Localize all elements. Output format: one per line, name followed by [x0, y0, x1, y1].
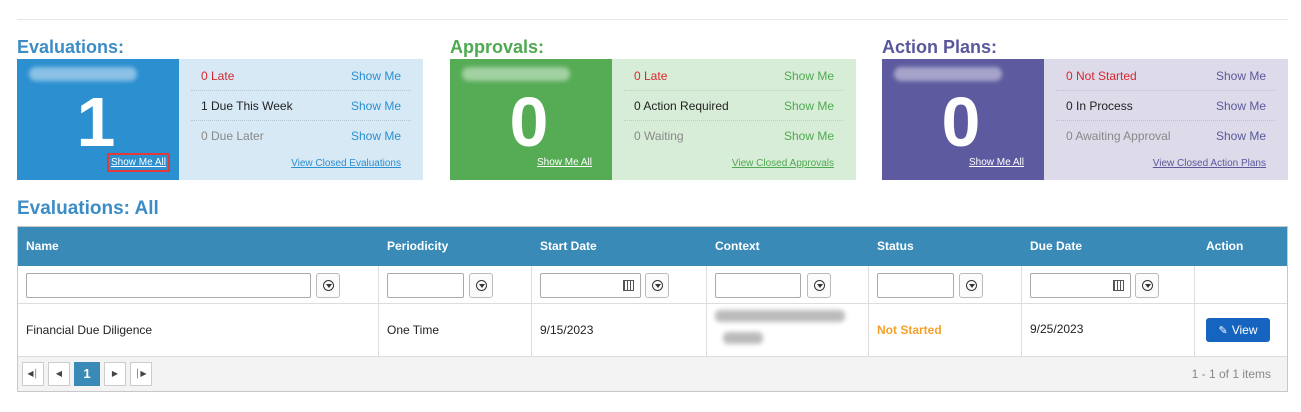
filter-icon	[476, 280, 487, 291]
cell-status: Not Started	[877, 323, 942, 337]
action-plans-count: 0	[941, 83, 981, 161]
column-header-start-date[interactable]: Start Date	[532, 227, 597, 266]
evaluations-due-this-week-show-me-link[interactable]: Show Me	[351, 91, 401, 121]
filter-icon	[966, 280, 977, 291]
action-plans-show-me-all-link[interactable]: Show Me All	[969, 157, 1024, 168]
first-page-button[interactable]: ◀│	[22, 362, 44, 386]
column-header-due-date[interactable]: Due Date	[1022, 227, 1082, 266]
evaluations-title: Evaluations:	[17, 37, 125, 57]
action-plans-widget: Action Plans: 0 Show Me All 0 Not Starte…	[882, 36, 1288, 180]
action-plans-not-started-show-me-link[interactable]: Show Me	[1216, 61, 1266, 91]
evaluations-count: 1	[76, 83, 116, 161]
next-page-button[interactable]: ▶	[104, 362, 126, 386]
edit-icon: ✎	[1218, 325, 1228, 337]
view-closed-evaluations-link[interactable]: View Closed Evaluations	[291, 158, 401, 169]
approvals-row-late: 0 Late Show Me	[624, 61, 844, 91]
name-filter-button[interactable]	[316, 273, 340, 298]
approvals-waiting-label: 0 Waiting	[634, 129, 684, 143]
evaluations-row-due-later: 0 Due Later Show Me	[191, 121, 411, 151]
action-plans-in-process-show-me-link[interactable]: Show Me	[1216, 91, 1266, 121]
action-plans-awaiting-approval-label: 0 Awaiting Approval	[1066, 129, 1171, 143]
action-plans-row-not-started: 0 Not Started Show Me	[1056, 61, 1276, 91]
cell-periodicity: One Time	[387, 323, 440, 337]
start-date-filter-button[interactable]	[645, 273, 669, 298]
action-plans-in-process-label: 0 In Process	[1066, 99, 1133, 113]
status-filter-input[interactable]	[877, 273, 954, 298]
context-filter-button[interactable]	[807, 273, 831, 298]
previous-page-button[interactable]: ◀	[48, 362, 70, 386]
approvals-count-tile: 0 Show Me All	[450, 59, 612, 180]
column-header-action: Action	[1206, 239, 1244, 253]
column-header-name[interactable]: Name	[18, 227, 59, 266]
approvals-title: Approvals:	[450, 37, 545, 57]
last-page-button[interactable]: │▶	[130, 362, 152, 386]
cell-context-redacted	[723, 332, 763, 344]
approvals-count: 0	[509, 83, 549, 161]
evaluations-late-show-me-link[interactable]: Show Me	[351, 61, 401, 91]
approvals-action-required-show-me-link[interactable]: Show Me	[784, 91, 834, 121]
view-closed-approvals-link[interactable]: View Closed Approvals	[732, 158, 834, 169]
approvals-action-required-label: 0 Action Required	[634, 99, 729, 113]
calendar-icon[interactable]	[623, 280, 634, 291]
approvals-row-action-required: 0 Action Required Show Me	[624, 91, 844, 121]
current-page-button[interactable]: 1	[74, 362, 100, 386]
column-header-periodicity[interactable]: Periodicity	[379, 227, 448, 266]
periodicity-filter-input[interactable]	[387, 273, 464, 298]
approvals-summary-panel: 0 Late Show Me 0 Action Required Show Me…	[612, 59, 856, 180]
view-button[interactable]: ✎ View	[1206, 318, 1270, 342]
cell-name: Financial Due Diligence	[26, 323, 153, 337]
evaluations-due-this-week-label: 1 Due This Week	[201, 99, 293, 113]
evaluations-show-me-all-link[interactable]: Show Me All	[106, 153, 171, 172]
action-plans-summary-panel: 0 Not Started Show Me 0 In Process Show …	[1044, 59, 1288, 180]
filter-icon	[814, 280, 825, 291]
filter-icon	[1142, 280, 1153, 291]
column-header-status[interactable]: Status	[869, 227, 914, 266]
approvals-waiting-show-me-link[interactable]: Show Me	[784, 121, 834, 151]
start-date-filter-input[interactable]	[540, 273, 641, 298]
action-plans-awaiting-approval-show-me-link[interactable]: Show Me	[1216, 121, 1266, 151]
action-plans-not-started-label: 0 Not Started	[1066, 69, 1137, 83]
action-plans-row-awaiting-approval: 0 Awaiting Approval Show Me	[1056, 121, 1276, 151]
context-filter-input[interactable]	[715, 273, 801, 298]
action-plans-count-tile: 0 Show Me All	[882, 59, 1044, 180]
periodicity-filter-button[interactable]	[469, 273, 493, 298]
evaluations-summary-panel: 0 Late Show Me 1 Due This Week Show Me 0…	[179, 59, 423, 180]
calendar-icon[interactable]	[1113, 280, 1124, 291]
evaluations-due-later-label: 0 Due Later	[201, 129, 264, 143]
top-divider	[17, 19, 1288, 20]
view-closed-action-plans-link[interactable]: View Closed Action Plans	[1153, 158, 1266, 169]
due-date-filter-input[interactable]	[1030, 273, 1131, 298]
cell-start-date: 9/15/2023	[540, 323, 594, 337]
pager: ◀│ ◀ 1 ▶ │▶ 1 - 1 of 1 items	[18, 356, 1287, 391]
approvals-row-waiting: 0 Waiting Show Me	[624, 121, 844, 151]
cell-due-date: 9/25/2023	[1030, 322, 1084, 336]
approvals-late-show-me-link[interactable]: Show Me	[784, 61, 834, 91]
pager-info: 1 - 1 of 1 items	[1191, 367, 1271, 381]
table-row: Financial Due Diligence One Time 9/15/20…	[18, 304, 1287, 356]
status-filter-button[interactable]	[959, 273, 983, 298]
name-filter-input[interactable]	[26, 273, 311, 298]
evaluations-due-later-show-me-link[interactable]: Show Me	[351, 121, 401, 151]
evaluations-grid: Name Periodicity Start Date Context Stat…	[17, 226, 1288, 392]
evaluations-row-due-this-week: 1 Due This Week Show Me	[191, 91, 411, 121]
filter-icon	[323, 280, 334, 291]
cell-context-redacted	[715, 310, 845, 322]
due-date-filter-button[interactable]	[1135, 273, 1159, 298]
evaluations-widget: Evaluations: 1 Show Me All 0 Late Show M…	[17, 36, 423, 180]
grid-header: Name Periodicity Start Date Context Stat…	[18, 227, 1287, 266]
view-button-label: View	[1231, 323, 1258, 337]
approvals-show-me-all-link[interactable]: Show Me All	[537, 157, 592, 168]
filter-icon	[652, 280, 663, 291]
approvals-late-label: 0 Late	[634, 69, 668, 83]
evaluations-late-label: 0 Late	[201, 69, 235, 83]
approvals-widget: Approvals: 0 Show Me All 0 Late Show Me …	[450, 36, 856, 180]
evaluations-count-tile: 1 Show Me All	[17, 59, 179, 180]
evaluations-row-late: 0 Late Show Me	[191, 61, 411, 91]
section-title: Evaluations: All	[17, 198, 159, 219]
action-plans-title: Action Plans:	[882, 37, 998, 57]
filter-row	[18, 266, 1287, 304]
column-header-context[interactable]: Context	[707, 227, 760, 266]
action-plans-row-in-process: 0 In Process Show Me	[1056, 91, 1276, 121]
